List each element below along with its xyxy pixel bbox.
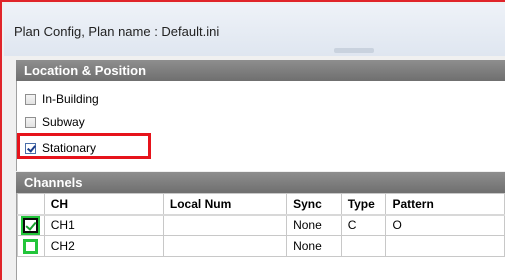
row-select-cell[interactable] <box>17 235 45 257</box>
channels-grid: CH Local Num Sync Type Pattern CH1 None … <box>16 193 505 280</box>
type-cell[interactable]: C <box>340 214 387 236</box>
channels-table: CH Local Num Sync Type Pattern CH1 None … <box>17 193 505 257</box>
col-ch-header[interactable]: CH <box>43 193 164 216</box>
option-subway[interactable]: Subway <box>25 112 85 132</box>
type-cell[interactable] <box>340 235 387 257</box>
local-num-cell[interactable] <box>162 214 288 236</box>
stationary-highlight-box <box>17 133 151 159</box>
in-building-label: In-Building <box>42 92 99 106</box>
ch1-row-checkbox[interactable] <box>21 215 41 235</box>
col-local-num-header[interactable]: Local Num <box>162 193 288 216</box>
channels-section-header: Channels <box>16 172 505 193</box>
table-row[interactable]: CH1 None C O <box>17 214 505 236</box>
title-bar[interactable]: Plan Config, Plan name : Default.ini <box>4 4 505 56</box>
option-in-building[interactable]: In-Building <box>25 89 99 109</box>
pattern-cell[interactable] <box>385 235 505 257</box>
col-pattern-header[interactable]: Pattern <box>385 193 505 216</box>
ch2-row-checkbox[interactable] <box>23 238 39 254</box>
title-bar-decoration <box>334 48 374 53</box>
col-select-header <box>17 193 45 216</box>
table-header-row: CH Local Num Sync Type Pattern <box>17 193 505 216</box>
table-row[interactable]: CH2 None <box>17 235 505 257</box>
sync-cell[interactable]: None <box>286 235 342 257</box>
col-sync-header[interactable]: Sync <box>286 193 342 216</box>
ch-cell[interactable]: CH2 <box>43 235 164 257</box>
col-type-header[interactable]: Type <box>340 193 387 216</box>
plan-config-window: Plan Config, Plan name : Default.ini Loc… <box>0 0 505 280</box>
subway-checkbox[interactable] <box>25 116 36 128</box>
in-building-checkbox[interactable] <box>25 93 36 105</box>
subway-label: Subway <box>42 115 85 129</box>
local-num-cell[interactable] <box>162 235 288 257</box>
window-title: Plan Config, Plan name : Default.ini <box>14 24 220 39</box>
sync-cell[interactable]: None <box>286 214 342 236</box>
pattern-cell[interactable]: O <box>385 214 505 236</box>
ch-cell[interactable]: CH1 <box>43 214 164 236</box>
location-section-header: Location & Position <box>16 60 505 81</box>
row-select-cell[interactable] <box>17 214 45 236</box>
